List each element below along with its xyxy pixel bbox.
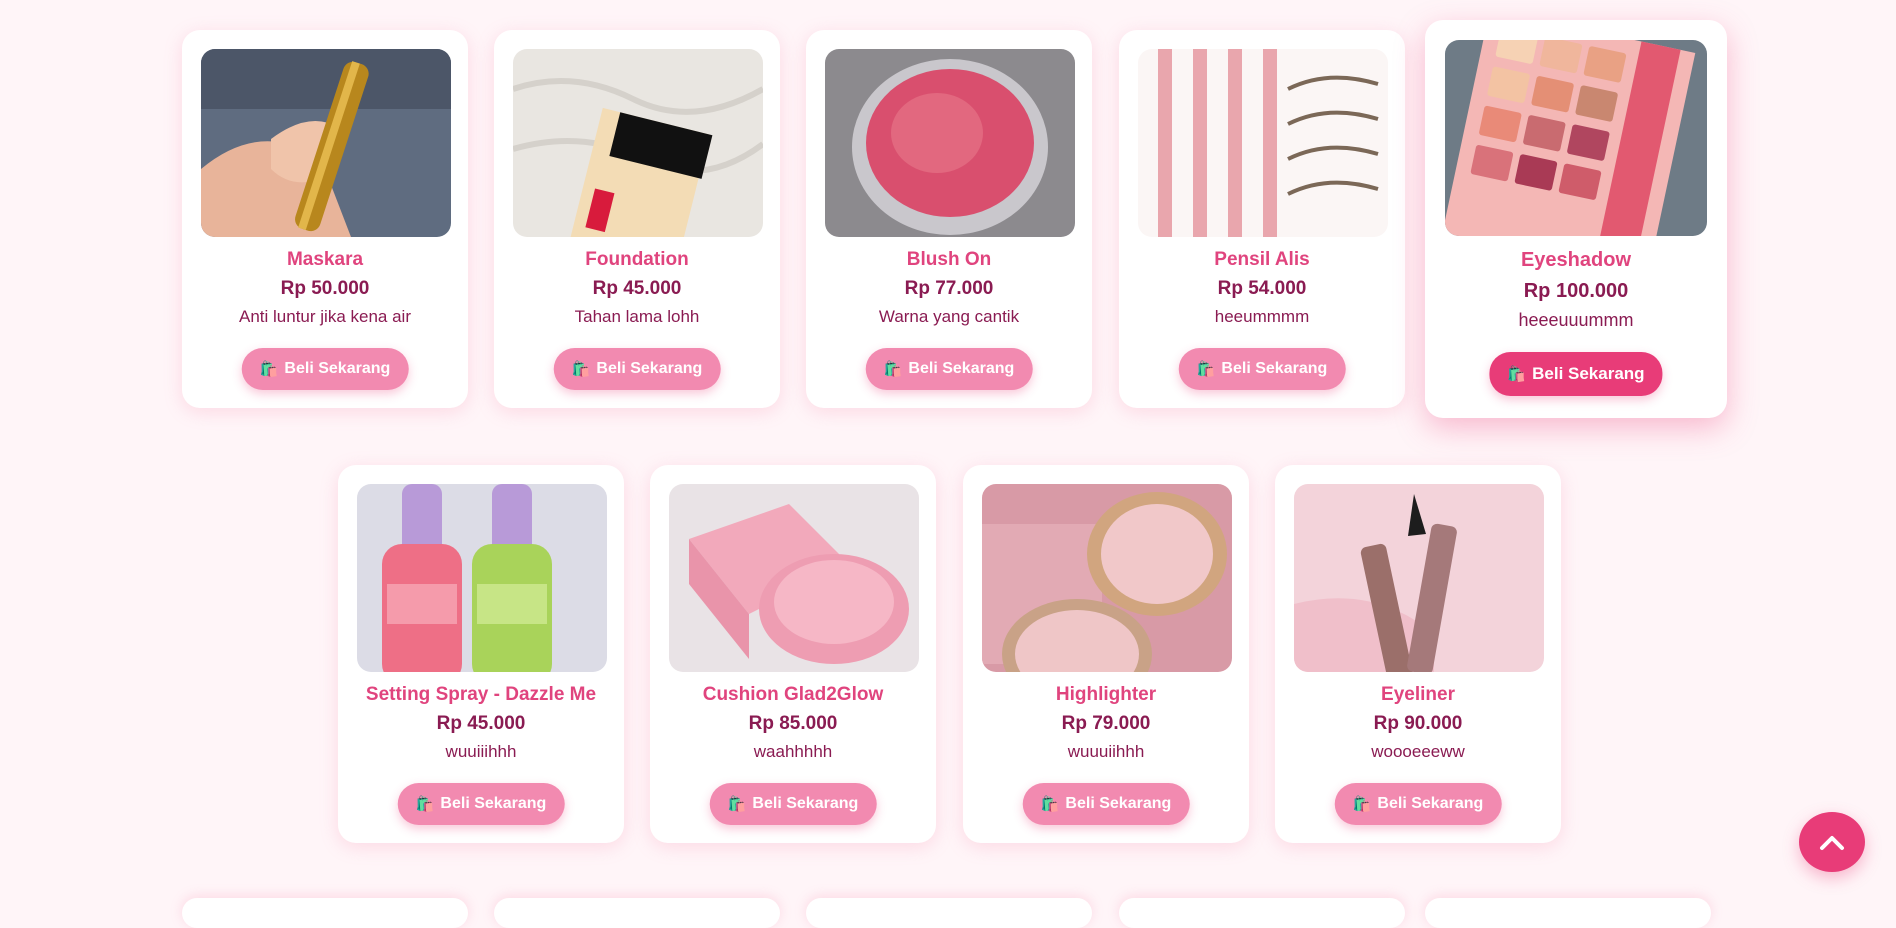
product-card-highlighter: Highlighter Rp 79.000 wuuuiihhh 🛍️ Beli S…	[963, 465, 1249, 843]
product-name: Eyeliner	[1381, 684, 1455, 705]
product-description: woooeeeww	[1371, 742, 1465, 761]
product-card-setting-spray: Setting Spray - Dazzle Me Rp 45.000 wuui…	[338, 465, 624, 843]
buy-now-button[interactable]: 🛍️ Beli Sekarang	[1334, 783, 1502, 825]
product-name: Foundation	[585, 249, 689, 270]
product-card-partial	[1119, 898, 1405, 928]
product-price: Rp 54.000	[1217, 278, 1307, 299]
product-description: heeummmm	[1214, 307, 1310, 326]
product-description: wuuuiihhh	[1067, 742, 1145, 761]
product-price: Rp 77.000	[904, 278, 994, 299]
product-description: Warna yang cantik	[878, 307, 1020, 326]
product-card-partial	[182, 898, 468, 928]
shopping-bags-icon: 🛍️	[571, 361, 591, 378]
product-image-cushion	[669, 484, 919, 672]
product-image-setting-spray	[357, 484, 607, 672]
product-price: Rp 50.000	[280, 278, 370, 299]
product-image-foundation	[513, 49, 763, 237]
buy-now-button[interactable]: 🛍️ Beli Sekarang	[1489, 352, 1663, 396]
chevron-up-icon	[1820, 836, 1844, 850]
buy-now-button[interactable]: 🛍️ Beli Sekarang	[1178, 348, 1346, 390]
buy-now-button[interactable]: 🛍️ Beli Sekarang	[553, 348, 721, 390]
product-card-eyeshadow: Eyeshadow Rp 100.000 heeeuuummm 🛍️ Beli S…	[1425, 20, 1727, 418]
product-card-blush-on: Blush On Rp 77.000 Warna yang cantik 🛍️ B…	[806, 30, 1092, 408]
product-image-blush-on	[825, 49, 1075, 237]
product-description: Tahan lama lohh	[574, 307, 700, 326]
product-price: Rp 45.000	[592, 278, 682, 299]
shopping-bags-icon: 🛍️	[1040, 796, 1060, 813]
product-description: wuuiiihhh	[445, 742, 517, 761]
product-name: Pensil Alis	[1214, 249, 1310, 270]
product-price: Rp 85.000	[748, 713, 838, 734]
buy-now-button[interactable]: 🛍️ Beli Sekarang	[1022, 783, 1190, 825]
product-card-partial	[806, 898, 1092, 928]
scroll-to-top-button[interactable]	[1799, 812, 1865, 872]
product-name: Eyeshadow	[1520, 249, 1632, 271]
product-name: Setting Spray - Dazzle Me	[365, 684, 597, 705]
product-description: waahhhhh	[753, 742, 833, 761]
product-image-eyeshadow	[1445, 40, 1707, 236]
product-price: Rp 45.000	[436, 713, 526, 734]
product-name: Blush On	[906, 249, 992, 270]
product-description: Anti luntur jika kena air	[239, 307, 411, 326]
shopping-bags-icon: 🛍️	[883, 361, 903, 378]
shopping-bags-icon: 🛍️	[1352, 796, 1372, 813]
product-card-cushion: Cushion Glad2Glow Rp 85.000 waahhhhh 🛍️ B…	[650, 465, 936, 843]
product-card-eyeliner: Eyeliner Rp 90.000 woooeeeww 🛍️ Beli Seka…	[1275, 465, 1561, 843]
product-grid: Maskara Rp 50.000 Anti luntur jika kena …	[0, 0, 1896, 928]
shopping-bags-icon: 🛍️	[1196, 361, 1216, 378]
product-card-partial	[494, 898, 780, 928]
product-name: Highlighter	[1055, 684, 1157, 705]
product-image-pensil-alis	[1138, 49, 1388, 237]
shopping-bags-icon: 🛍️	[259, 361, 279, 378]
product-image-highlighter	[982, 484, 1232, 672]
product-image-eyeliner	[1294, 484, 1544, 672]
product-card-pensil-alis: Pensil Alis Rp 54.000 heeummmm 🛍️ Beli Se…	[1119, 30, 1405, 408]
product-price: Rp 100.000	[1523, 280, 1629, 302]
buy-now-button[interactable]: 🛍️ Beli Sekarang	[241, 348, 409, 390]
product-description: heeeuuummm	[1518, 310, 1634, 330]
product-image-maskara	[201, 49, 451, 237]
product-price: Rp 90.000	[1373, 713, 1463, 734]
product-name: Maskara	[286, 249, 364, 270]
shopping-bags-icon: 🛍️	[1507, 366, 1527, 383]
product-price: Rp 79.000	[1061, 713, 1151, 734]
product-card-partial	[1425, 898, 1711, 928]
shopping-bags-icon: 🛍️	[415, 796, 435, 813]
product-name: Cushion Glad2Glow	[702, 684, 884, 705]
buy-now-button[interactable]: 🛍️ Beli Sekarang	[709, 783, 877, 825]
buy-now-button[interactable]: 🛍️ Beli Sekarang	[397, 783, 565, 825]
buy-now-button[interactable]: 🛍️ Beli Sekarang	[865, 348, 1033, 390]
product-card-maskara: Maskara Rp 50.000 Anti luntur jika kena …	[182, 30, 468, 408]
product-card-foundation: Foundation Rp 45.000 Tahan lama lohh 🛍️ B…	[494, 30, 780, 408]
shopping-bags-icon: 🛍️	[727, 796, 747, 813]
